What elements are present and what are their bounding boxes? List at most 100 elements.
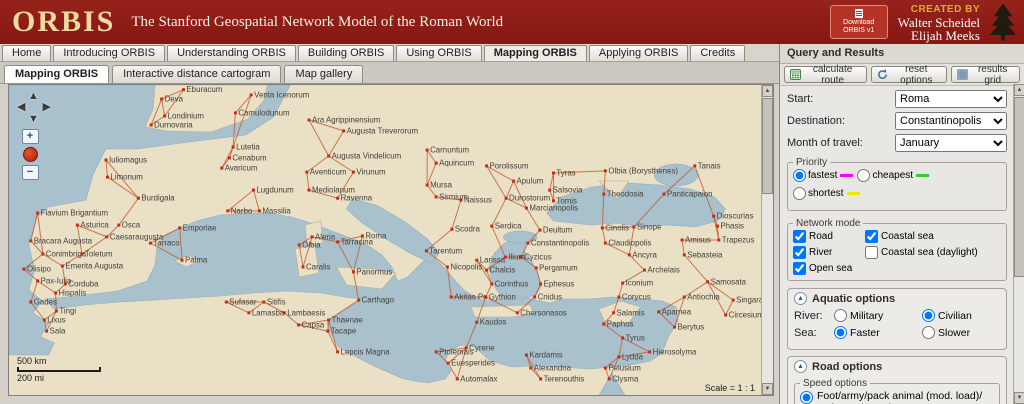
city-marker-trapezus[interactable] <box>717 238 721 242</box>
reset-options-button[interactable]: reset options <box>871 64 948 86</box>
city-marker-sala[interactable] <box>45 329 49 333</box>
city-marker-cenabum[interactable] <box>227 156 231 160</box>
city-marker-caesaraugusta[interactable] <box>105 235 109 239</box>
city-marker-kardamis[interactable] <box>524 353 528 357</box>
map-pan-control[interactable] <box>17 91 51 125</box>
network-option-coastal-sea[interactable]: Coastal sea <box>865 230 1001 243</box>
city-marker-lydda[interactable] <box>617 355 621 359</box>
month-select[interactable]: January <box>895 134 1007 152</box>
city-marker-iuliomagus[interactable] <box>104 158 108 162</box>
city-marker-salsovia[interactable] <box>548 188 552 192</box>
city-marker-narbo[interactable] <box>226 209 230 213</box>
city-marker-aleria[interactable] <box>310 235 314 239</box>
roman-world-map[interactable]: EburacumDeva Venta Icenorum Londinium Camul… <box>9 85 761 395</box>
pan-left-icon[interactable] <box>17 102 25 113</box>
city-marker-scodra[interactable] <box>450 227 454 231</box>
city-marker-augusta-treverorum[interactable] <box>342 129 346 133</box>
sub-tab-map-gallery[interactable]: Map gallery <box>284 65 364 83</box>
city-marker-ptolemais[interactable] <box>434 350 438 354</box>
city-marker-tarracina[interactable] <box>336 240 340 244</box>
city-marker-osca[interactable] <box>117 223 121 227</box>
city-marker-tarraco[interactable] <box>148 241 152 245</box>
city-marker-salamis[interactable] <box>612 311 616 315</box>
city-marker-cyrene[interactable] <box>464 346 468 350</box>
speed-radio[interactable] <box>800 391 813 404</box>
city-marker-aquincum[interactable] <box>434 161 438 165</box>
city-marker-camulodunum[interactable] <box>233 111 237 115</box>
speed-option-foot-caravan[interactable]: Foot/army/pack animal (mod. load)/ mule … <box>800 390 994 404</box>
city-marker-sitifis[interactable] <box>262 300 266 304</box>
pan-right-icon[interactable] <box>43 102 51 113</box>
city-marker-sirmium[interactable] <box>434 195 438 199</box>
nav-tab-mapping-orbis[interactable]: Mapping ORBIS <box>483 45 587 61</box>
city-marker-augusta-vindelicum[interactable] <box>327 154 331 158</box>
city-marker-dioscurias[interactable] <box>712 214 716 218</box>
collapse-arrow-icon[interactable] <box>794 292 807 305</box>
city-marker-ilium[interactable] <box>503 255 507 259</box>
city-marker-tingi[interactable] <box>54 309 58 313</box>
sub-tab-mapping-orbis[interactable]: Mapping ORBIS <box>4 65 110 83</box>
network-option-river[interactable]: River <box>793 246 865 259</box>
city-marker-apamea[interactable] <box>657 310 661 314</box>
pan-down-icon[interactable] <box>28 114 39 125</box>
pan-up-icon[interactable] <box>28 91 39 102</box>
city-marker-theodosia[interactable] <box>602 192 606 196</box>
network-checkbox-coastal-sea-daylight[interactable] <box>865 246 878 259</box>
collapse-arrow-icon[interactable] <box>794 360 807 373</box>
city-marker-amisus[interactable] <box>680 238 684 242</box>
city-marker-asturica[interactable] <box>75 223 79 227</box>
network-option-open-sea[interactable]: Open sea <box>793 262 865 275</box>
city-marker-emporiae[interactable] <box>178 226 182 230</box>
city-marker-aventicum[interactable] <box>305 170 309 174</box>
city-marker-ravenna[interactable] <box>336 196 340 200</box>
start-select[interactable]: Roma <box>895 90 1007 108</box>
city-marker-cinolis[interactable] <box>600 226 604 230</box>
nav-tab-introducing-orbis[interactable]: Introducing ORBIS <box>53 45 166 61</box>
city-marker-porolissum[interactable] <box>485 164 489 168</box>
city-marker-panormus[interactable] <box>351 270 355 274</box>
city-marker-singara[interactable] <box>731 298 735 302</box>
city-marker-eburacum[interactable] <box>181 88 185 92</box>
priority-option-shortest[interactable]: shortest <box>793 187 860 200</box>
map-scrollbar-thumb[interactable] <box>762 98 773 194</box>
network-option-road[interactable]: Road <box>793 230 865 243</box>
map-vertical-scrollbar[interactable] <box>761 85 773 395</box>
river-radio-civilian[interactable] <box>922 309 935 322</box>
city-marker-paphos[interactable] <box>602 322 606 326</box>
city-marker-avaricum[interactable] <box>220 166 224 170</box>
destination-select[interactable]: Constantinopolis <box>895 112 1007 130</box>
city-marker-clysma[interactable] <box>607 377 611 381</box>
city-marker-alexandria[interactable] <box>529 366 533 370</box>
city-marker-durostorum[interactable] <box>504 196 508 200</box>
city-marker-tarentum[interactable] <box>424 249 428 253</box>
city-marker-euesperides[interactable] <box>446 361 450 365</box>
city-marker-carthago[interactable] <box>357 298 361 302</box>
city-marker-terenouthis[interactable] <box>539 377 543 381</box>
river-radio-military[interactable] <box>834 309 847 322</box>
city-marker-palma[interactable] <box>180 258 184 262</box>
city-marker-kaudos[interactable] <box>475 320 479 324</box>
city-marker-burdigala[interactable] <box>136 196 140 200</box>
city-marker-nicopolis[interactable] <box>445 265 449 269</box>
network-checkbox-river[interactable] <box>793 246 806 259</box>
city-marker-durnovaria[interactable] <box>149 123 153 127</box>
city-marker-ephesus[interactable] <box>539 282 543 286</box>
priority-radio-fastest[interactable] <box>793 169 806 182</box>
nav-tab-building-orbis[interactable]: Building ORBIS <box>297 45 395 61</box>
city-marker-ancyra[interactable] <box>627 253 631 257</box>
city-marker-capsa[interactable] <box>297 323 301 327</box>
city-marker-tomis[interactable] <box>551 199 555 203</box>
river-option-military[interactable]: Military <box>834 309 922 322</box>
priority-option-cheapest[interactable]: cheapest <box>857 169 930 182</box>
city-marker-chersonasos[interactable] <box>515 311 519 315</box>
nav-tab-home[interactable]: Home <box>2 45 52 61</box>
city-marker-emerita-augusta[interactable] <box>60 264 64 268</box>
city-marker-pergamum[interactable] <box>534 266 538 270</box>
city-marker-automalax[interactable] <box>455 377 459 381</box>
priority-option-fastest[interactable]: fastest <box>793 169 854 182</box>
scroll-up-arrow-icon[interactable] <box>1014 84 1024 96</box>
city-marker-massilia[interactable] <box>257 209 261 213</box>
city-marker-circesium[interactable] <box>724 313 728 317</box>
sea-option-slower[interactable]: Slower <box>922 326 1000 339</box>
scroll-down-arrow-icon[interactable] <box>1014 392 1024 404</box>
